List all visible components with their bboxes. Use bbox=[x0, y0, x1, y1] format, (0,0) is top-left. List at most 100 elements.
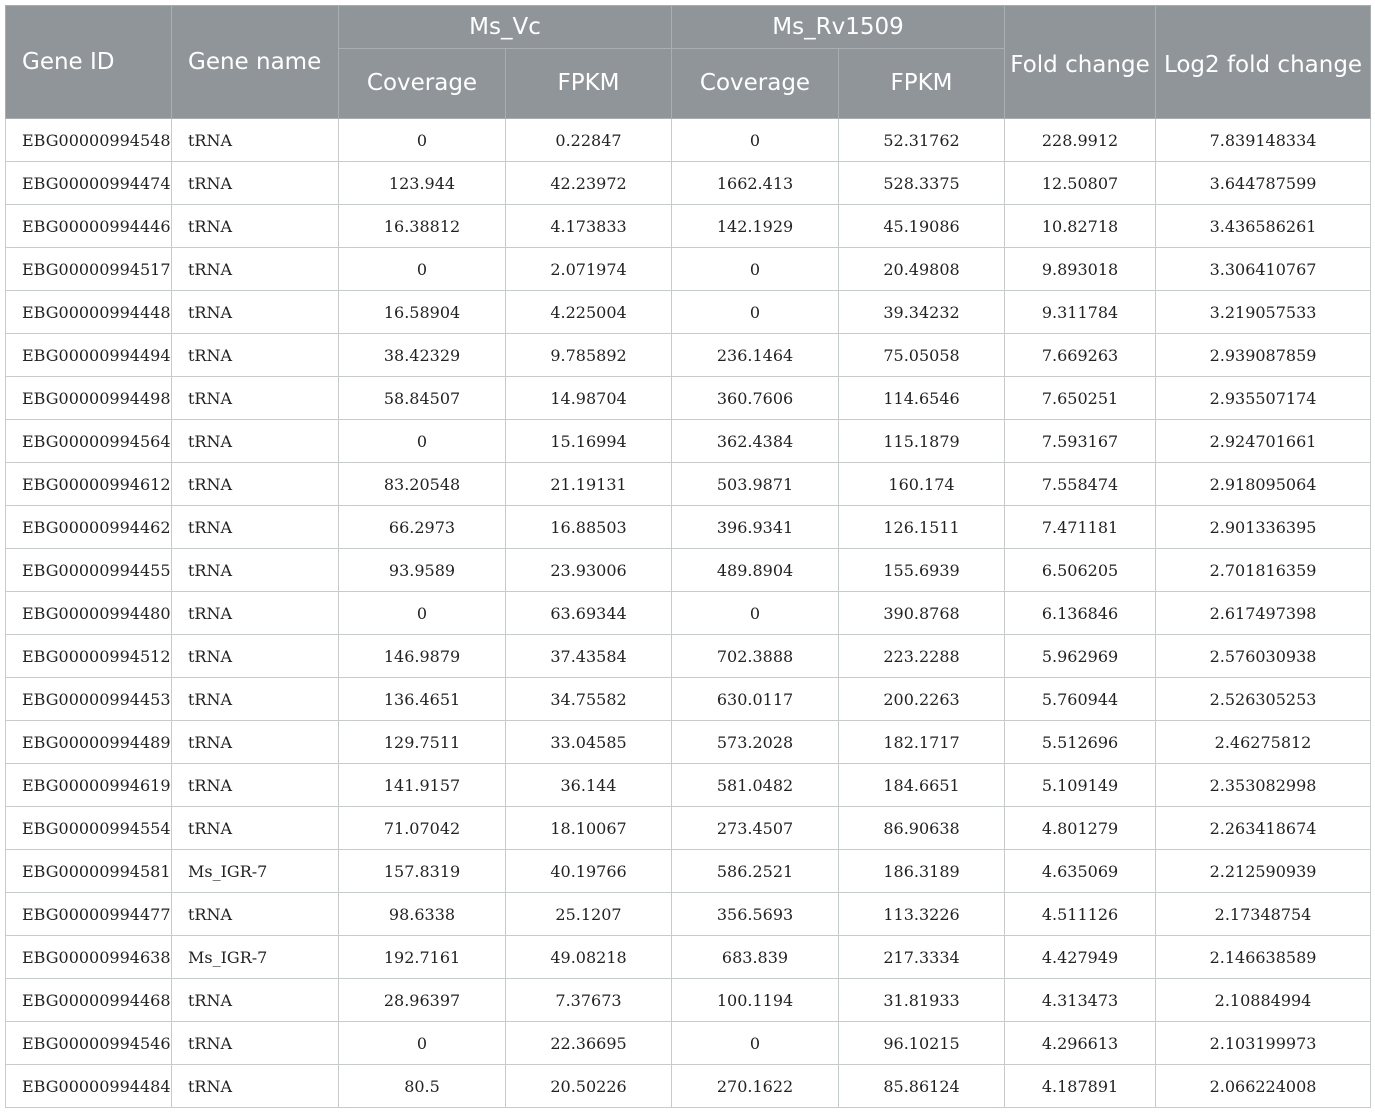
cell-ms-vc-coverage: 16.38812 bbox=[338, 204, 506, 248]
header-vc-coverage: Coverage bbox=[338, 48, 506, 119]
cell-fold-change: 7.593167 bbox=[1004, 419, 1157, 463]
cell-ms-rv1509-coverage: 142.1929 bbox=[671, 204, 839, 248]
cell-log2-fold-change: 2.353082998 bbox=[1155, 763, 1372, 807]
cell-fold-change: 5.962969 bbox=[1004, 634, 1157, 678]
cell-ms-rv1509-coverage: 0 bbox=[671, 591, 839, 635]
cell-gene-id: EBG00000994474 bbox=[5, 161, 172, 205]
cell-ms-vc-coverage: 123.944 bbox=[338, 161, 506, 205]
cell-ms-rv1509-fpkm: 96.10215 bbox=[837, 1021, 1006, 1065]
cell-fold-change: 5.760944 bbox=[1004, 677, 1157, 721]
cell-log2-fold-change: 3.436586261 bbox=[1155, 204, 1372, 248]
cell-log2-fold-change: 2.263418674 bbox=[1155, 806, 1372, 850]
cell-gene-id: EBG00000994477 bbox=[5, 892, 172, 936]
cell-ms-vc-coverage: 16.58904 bbox=[338, 290, 506, 334]
cell-gene-name: tRNA bbox=[171, 505, 339, 549]
cell-gene-id: EBG00000994638 bbox=[5, 935, 172, 979]
cell-fold-change: 4.511126 bbox=[1004, 892, 1157, 936]
table-row: EBG00000994546 tRNA 0 22.36695 0 96.10215 4.29… bbox=[5, 1021, 1372, 1065]
cell-ms-vc-fpkm: 4.173833 bbox=[505, 204, 672, 248]
cell-gene-id: EBG00000994619 bbox=[5, 763, 172, 807]
cell-ms-rv1509-fpkm: 186.3189 bbox=[837, 849, 1006, 893]
cell-ms-vc-fpkm: 0.22847 bbox=[505, 118, 672, 162]
table-row: EBG00000994517 tRNA 0 2.071974 0 20.49808 9.89… bbox=[5, 247, 1372, 291]
cell-fold-change: 5.109149 bbox=[1004, 763, 1157, 807]
cell-log2-fold-change: 2.17348754 bbox=[1155, 892, 1372, 936]
cell-ms-rv1509-fpkm: 31.81933 bbox=[837, 978, 1006, 1022]
cell-ms-vc-fpkm: 14.98704 bbox=[505, 376, 672, 420]
table-row: EBG00000994554 tRNA 71.07042 18.10067 273.45… bbox=[5, 806, 1372, 850]
cell-ms-vc-coverage: 192.7161 bbox=[338, 935, 506, 979]
cell-ms-rv1509-fpkm: 39.34232 bbox=[837, 290, 1006, 334]
cell-ms-rv1509-coverage: 362.4384 bbox=[671, 419, 839, 463]
cell-ms-vc-coverage: 0 bbox=[338, 1021, 506, 1065]
cell-ms-rv1509-coverage: 586.2521 bbox=[671, 849, 839, 893]
cell-log2-fold-change: 2.901336395 bbox=[1155, 505, 1372, 549]
cell-log2-fold-change: 2.935507174 bbox=[1155, 376, 1372, 420]
cell-fold-change: 4.296613 bbox=[1004, 1021, 1157, 1065]
cell-log2-fold-change: 3.644787599 bbox=[1155, 161, 1372, 205]
cell-fold-change: 7.471181 bbox=[1004, 505, 1157, 549]
cell-ms-rv1509-coverage: 503.9871 bbox=[671, 462, 839, 506]
cell-gene-id: EBG00000994484 bbox=[5, 1064, 172, 1108]
cell-gene-name: tRNA bbox=[171, 591, 339, 635]
table-header: Gene ID Gene name Ms_Vc Ms_Rv1509 Fold c… bbox=[5, 5, 1372, 119]
cell-ms-rv1509-coverage: 0 bbox=[671, 1021, 839, 1065]
cell-log2-fold-change: 2.066224008 bbox=[1155, 1064, 1372, 1108]
cell-ms-rv1509-coverage: 1662.413 bbox=[671, 161, 839, 205]
cell-fold-change: 12.50807 bbox=[1004, 161, 1157, 205]
cell-gene-name: tRNA bbox=[171, 548, 339, 592]
table-row: EBG00000994474 tRNA 123.944 42.23972 1662.41… bbox=[5, 161, 1372, 205]
cell-gene-name: tRNA bbox=[171, 247, 339, 291]
table-row: EBG00000994494 tRNA 38.42329 9.785892 236.14… bbox=[5, 333, 1372, 377]
cell-ms-rv1509-coverage: 573.2028 bbox=[671, 720, 839, 764]
cell-log2-fold-change: 2.701816359 bbox=[1155, 548, 1372, 592]
cell-fold-change: 9.311784 bbox=[1004, 290, 1157, 334]
cell-gene-id: EBG00000994564 bbox=[5, 419, 172, 463]
cell-ms-rv1509-coverage: 683.839 bbox=[671, 935, 839, 979]
cell-ms-rv1509-fpkm: 182.1717 bbox=[837, 720, 1006, 764]
cell-ms-vc-fpkm: 7.37673 bbox=[505, 978, 672, 1022]
cell-log2-fold-change: 3.219057533 bbox=[1155, 290, 1372, 334]
cell-ms-rv1509-coverage: 0 bbox=[671, 247, 839, 291]
table-row: EBG00000994480 tRNA 0 63.69344 0 390.8768 6.13… bbox=[5, 591, 1372, 635]
cell-ms-vc-fpkm: 25.1207 bbox=[505, 892, 672, 936]
table-container: Gene ID Gene name Ms_Vc Ms_Rv1509 Fold c… bbox=[5, 5, 1372, 1108]
cell-gene-name: tRNA bbox=[171, 376, 339, 420]
table-row: EBG00000994564 tRNA 0 15.16994 362.4384 115.1… bbox=[5, 419, 1372, 463]
cell-gene-id: EBG00000994448 bbox=[5, 290, 172, 334]
cell-gene-id: EBG00000994548 bbox=[5, 118, 172, 162]
cell-gene-id: EBG00000994446 bbox=[5, 204, 172, 248]
cell-ms-rv1509-fpkm: 86.90638 bbox=[837, 806, 1006, 850]
table-row: EBG00000994453 tRNA 136.4651 34.75582 630.01… bbox=[5, 677, 1372, 721]
table-row: EBG00000994612 tRNA 83.20548 21.19131 503.98… bbox=[5, 462, 1372, 506]
cell-gene-name: tRNA bbox=[171, 462, 339, 506]
cell-gene-name: tRNA bbox=[171, 204, 339, 248]
cell-log2-fold-change: 2.146638589 bbox=[1155, 935, 1372, 979]
cell-ms-rv1509-coverage: 0 bbox=[671, 290, 839, 334]
cell-ms-rv1509-fpkm: 45.19086 bbox=[837, 204, 1006, 248]
table-row: EBG00000994619 tRNA 141.9157 36.144 581.0482… bbox=[5, 763, 1372, 807]
cell-ms-rv1509-fpkm: 528.3375 bbox=[837, 161, 1006, 205]
cell-ms-vc-coverage: 0 bbox=[338, 591, 506, 635]
cell-ms-rv1509-coverage: 630.0117 bbox=[671, 677, 839, 721]
cell-log2-fold-change: 2.212590939 bbox=[1155, 849, 1372, 893]
cell-ms-rv1509-coverage: 360.7606 bbox=[671, 376, 839, 420]
cell-gene-name: tRNA bbox=[171, 892, 339, 936]
cell-gene-name: tRNA bbox=[171, 763, 339, 807]
cell-gene-id: EBG00000994612 bbox=[5, 462, 172, 506]
cell-ms-rv1509-fpkm: 155.6939 bbox=[837, 548, 1006, 592]
cell-log2-fold-change: 7.839148334 bbox=[1155, 118, 1372, 162]
header-rv-fpkm: FPKM bbox=[837, 48, 1006, 119]
header-group-ms-rv1509: Ms_Rv1509 bbox=[670, 5, 1006, 49]
cell-ms-vc-coverage: 0 bbox=[338, 247, 506, 291]
cell-ms-vc-coverage: 0 bbox=[338, 118, 506, 162]
cell-ms-rv1509-fpkm: 126.1511 bbox=[837, 505, 1006, 549]
cell-ms-rv1509-coverage: 396.9341 bbox=[671, 505, 839, 549]
table-row: EBG00000994455 tRNA 93.9589 23.93006 489.890… bbox=[5, 548, 1372, 592]
cell-ms-rv1509-fpkm: 200.2263 bbox=[837, 677, 1006, 721]
cell-ms-rv1509-fpkm: 52.31762 bbox=[837, 118, 1006, 162]
header-group-ms-vc: Ms_Vc bbox=[338, 5, 672, 49]
header-gene-id: Gene ID bbox=[5, 5, 172, 119]
cell-gene-name: tRNA bbox=[171, 161, 339, 205]
cell-gene-id: EBG00000994494 bbox=[5, 333, 172, 377]
